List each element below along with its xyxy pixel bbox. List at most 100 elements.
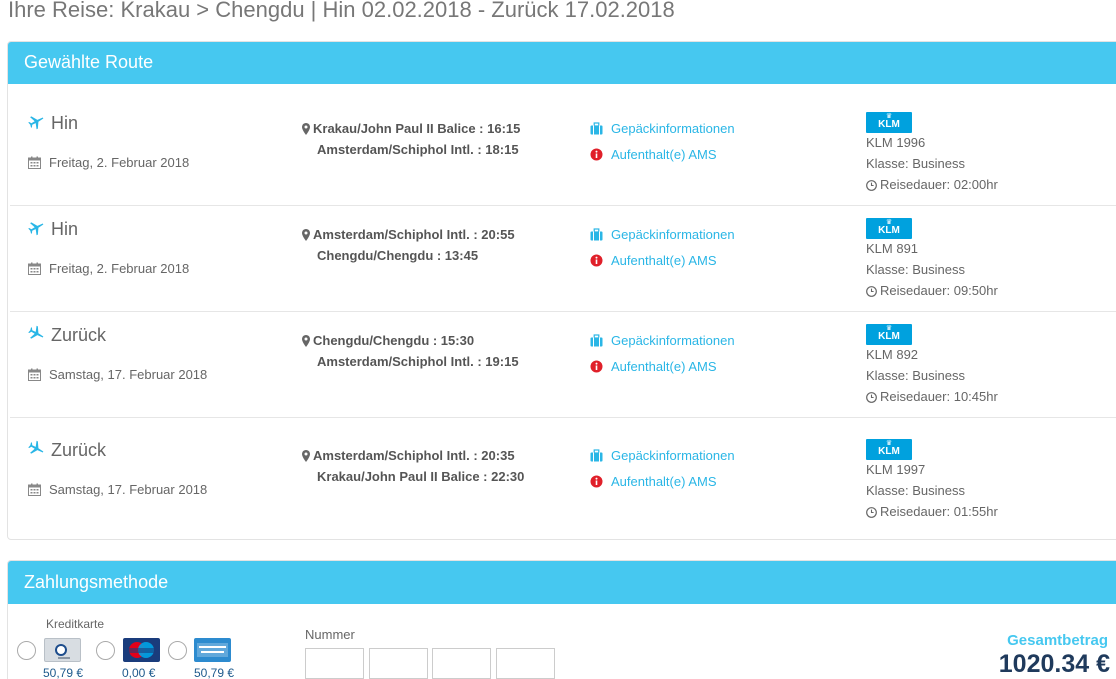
- departure-text: Amsterdam/Schiphol Intl. : 20:55: [313, 227, 515, 242]
- calendar-icon: [28, 156, 41, 169]
- calendar-icon: [28, 368, 41, 381]
- departure-text: Chengdu/Chengdu : 15:30: [313, 333, 475, 348]
- flight-duration-label: Reisedauer: 02:00hr: [880, 177, 998, 192]
- flight-duration: Reisedauer: 02:00hr: [866, 177, 998, 192]
- baggage-info-label: Gepäckinformationen: [611, 448, 735, 463]
- segment-arrival: Krakau/John Paul II Balice : 22:30: [317, 469, 525, 484]
- clock-icon: [866, 285, 877, 297]
- segment-direction: Zurück: [28, 440, 106, 461]
- card-number-field-2[interactable]: [369, 648, 428, 679]
- plane-departure-icon: [28, 113, 45, 130]
- segment-date: Samstag, 17. Februar 2018: [28, 482, 207, 497]
- suitcase-icon: [590, 449, 603, 462]
- segment-arrival: Amsterdam/Schiphol Intl. : 18:15: [317, 142, 519, 157]
- flight-segment: Zurück Samstag, 17. Februar 2018 Chengdu/C…: [10, 312, 1116, 418]
- suitcase-icon: [590, 334, 603, 347]
- baggage-info-link[interactable]: Gepäckinformationen: [590, 227, 735, 242]
- segment-date: Freitag, 2. Februar 2018: [28, 261, 189, 276]
- flight-class: Klasse: Business: [866, 368, 965, 383]
- segment-date: Samstag, 17. Februar 2018: [28, 367, 207, 382]
- card-number-field-4[interactable]: [496, 648, 555, 679]
- stopover-info-link[interactable]: Aufenthalt(e) AMS: [590, 147, 717, 162]
- segment-arrival: Amsterdam/Schiphol Intl. : 19:15: [317, 354, 519, 369]
- flight-segment: Zurück Samstag, 17. Februar 2018 Amsterdam…: [10, 427, 1116, 533]
- baggage-info-link[interactable]: Gepäckinformationen: [590, 448, 735, 463]
- baggage-info-label: Gepäckinformationen: [611, 227, 735, 242]
- map-pin-icon: [302, 449, 310, 462]
- flight-duration-label: Reisedauer: 10:45hr: [880, 389, 998, 404]
- klm-logo: ♛ KLM: [866, 439, 912, 460]
- segment-arrival: Chengdu/Chengdu : 13:45: [317, 248, 479, 263]
- stopover-info-link[interactable]: Aufenthalt(e) AMS: [590, 474, 717, 489]
- plane-arrival-icon: [28, 440, 45, 457]
- flight-duration: Reisedauer: 10:45hr: [866, 389, 998, 404]
- flight-number: KLM 892: [866, 347, 919, 362]
- maestro-fee: 0,00 €: [122, 666, 156, 679]
- flight-segment: Hin Freitag, 2. Februar 2018 Amsterdam/Sch…: [10, 206, 1116, 312]
- card-number-field-3[interactable]: [432, 648, 491, 679]
- total-value: 1020.34 €: [998, 650, 1110, 678]
- credit-card-label: Kreditkarte: [46, 617, 105, 631]
- maestro-radio[interactable]: [96, 641, 115, 660]
- route-panel-heading: Gewählte Route: [8, 42, 1116, 84]
- clock-icon: [866, 179, 877, 191]
- flight-class: Klasse: Business: [866, 156, 965, 171]
- segment-date: Freitag, 2. Februar 2018: [28, 155, 189, 170]
- flight-class: Klasse: Business: [866, 262, 965, 277]
- segment-date-label: Samstag, 17. Februar 2018: [49, 482, 208, 497]
- segment-departure: Amsterdam/Schiphol Intl. : 20:55: [302, 227, 515, 242]
- stopover-info-label: Aufenthalt(e) AMS: [611, 253, 717, 268]
- stopover-info-link[interactable]: Aufenthalt(e) AMS: [590, 253, 717, 268]
- plane-arrival-icon: [28, 325, 45, 342]
- clock-icon: [866, 506, 877, 518]
- segment-direction: Zurück: [28, 325, 106, 346]
- american-express-card-icon: [194, 638, 231, 662]
- card-number-label: Nummer: [305, 627, 355, 642]
- departure-text: Amsterdam/Schiphol Intl. : 20:35: [313, 448, 515, 463]
- page-title: Ihre Reise: Krakau > Chengdu | Hin 02.02…: [8, 0, 675, 22]
- segment-direction-label: Zurück: [51, 440, 107, 460]
- diners-club-fee: 50,79 €: [43, 666, 84, 679]
- diners-club-radio[interactable]: [17, 641, 36, 660]
- info-icon: [590, 254, 603, 267]
- info-icon: [590, 360, 603, 373]
- segment-direction: Hin: [28, 219, 78, 240]
- payment-panel-heading: Zahlungsmethode: [8, 561, 1116, 604]
- segment-date-label: Samstag, 17. Februar 2018: [49, 367, 208, 382]
- klm-logo: ♛ KLM: [866, 324, 912, 345]
- flight-number: KLM 1997: [866, 462, 926, 477]
- klm-logo: ♛ KLM: [866, 218, 912, 239]
- segment-date-label: Freitag, 2. Februar 2018: [49, 261, 190, 276]
- segment-departure: Amsterdam/Schiphol Intl. : 20:35: [302, 448, 515, 463]
- segment-departure: Krakau/John Paul II Balice : 16:15: [302, 121, 520, 136]
- baggage-info-link[interactable]: Gepäckinformationen: [590, 121, 735, 136]
- baggage-info-label: Gepäckinformationen: [611, 333, 735, 348]
- segment-departure: Chengdu/Chengdu : 15:30: [302, 333, 474, 348]
- klm-logo: ♛ KLM: [866, 112, 912, 133]
- total-label: Gesamtbetrag: [1007, 632, 1108, 649]
- calendar-icon: [28, 483, 41, 496]
- map-pin-icon: [302, 228, 310, 241]
- info-icon: [590, 148, 603, 161]
- info-icon: [590, 475, 603, 488]
- suitcase-icon: [590, 228, 603, 241]
- diners-club-card-icon: [44, 638, 81, 662]
- flight-duration: Reisedauer: 01:55hr: [866, 504, 998, 519]
- amex-radio[interactable]: [168, 641, 187, 660]
- flight-number: KLM 1996: [866, 135, 926, 150]
- payment-panel: Zahlungsmethode: [7, 560, 1116, 679]
- card-number-field-1[interactable]: [305, 648, 364, 679]
- flight-segment: Hin Freitag, 2. Februar 2018 Krakau/John P…: [10, 100, 1116, 206]
- baggage-info-link[interactable]: Gepäckinformationen: [590, 333, 735, 348]
- flight-number: KLM 891: [866, 241, 919, 256]
- flight-duration-label: Reisedauer: 01:55hr: [880, 504, 998, 519]
- baggage-info-label: Gepäckinformationen: [611, 121, 735, 136]
- suitcase-icon: [590, 122, 603, 135]
- flight-duration-label: Reisedauer: 09:50hr: [880, 283, 998, 298]
- amex-fee: 50,79 €: [194, 666, 235, 679]
- segment-direction-label: Hin: [51, 113, 79, 133]
- map-pin-icon: [302, 122, 310, 135]
- map-pin-icon: [302, 334, 310, 347]
- stopover-info-link[interactable]: Aufenthalt(e) AMS: [590, 359, 717, 374]
- calendar-icon: [28, 262, 41, 275]
